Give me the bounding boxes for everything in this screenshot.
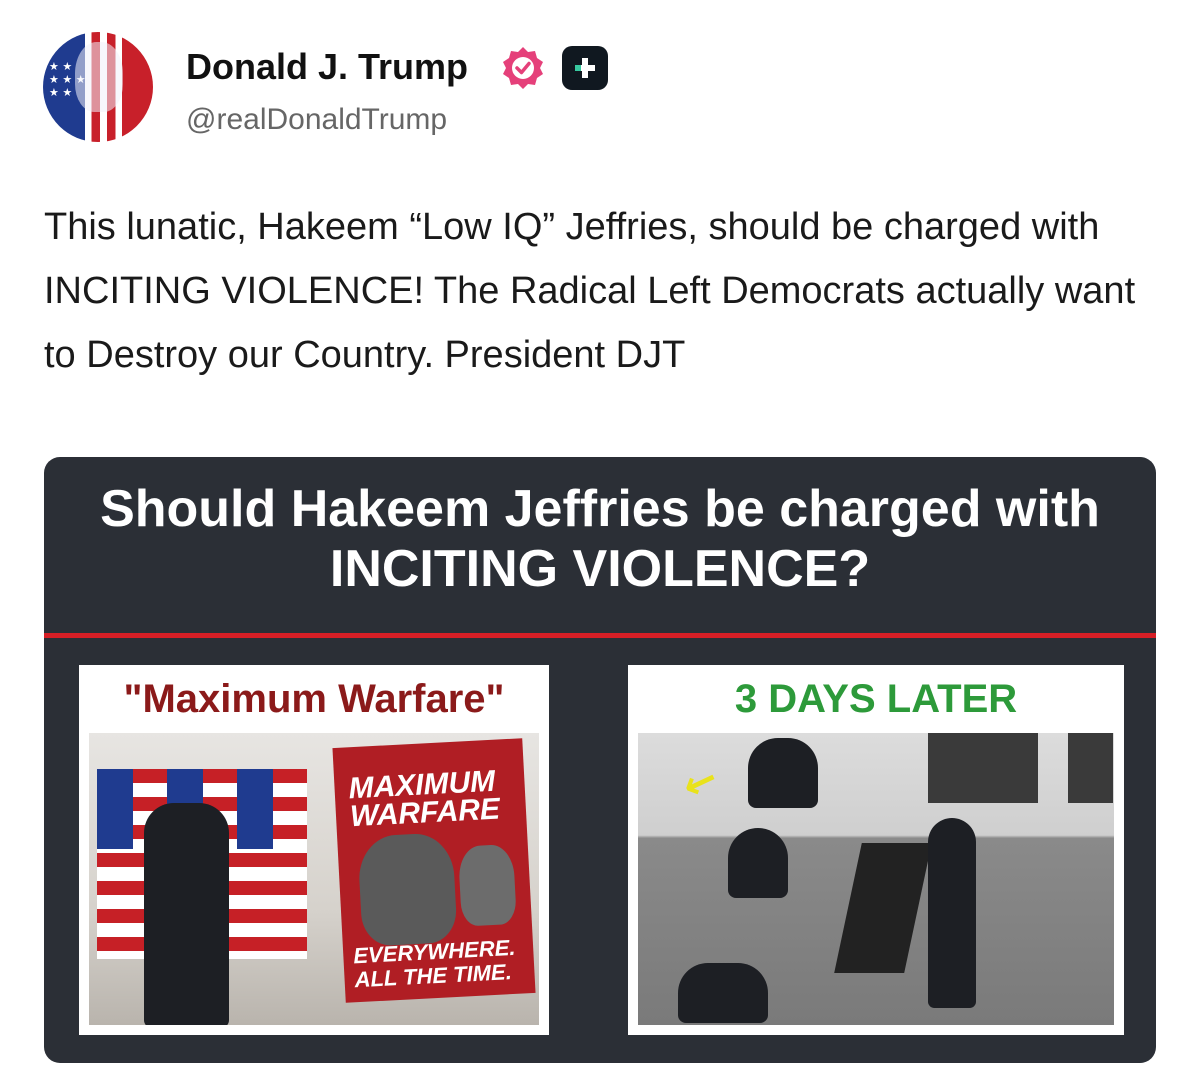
speaker-figure [144, 803, 229, 1025]
avatar-face [75, 42, 123, 112]
door [1068, 733, 1113, 803]
poster-headline: MAXIMUM WARFARE [347, 764, 501, 834]
post-body: This lunatic, Hakeem “Low IQ” Jeffries, … [44, 206, 1136, 376]
right-image-panel: 3 DAYS LATER ↙ [628, 665, 1124, 1035]
attached-image[interactable]: Should Hakeem Jeffries be charged with I… [44, 457, 1156, 1063]
left-caption: "Maximum Warfare" [123, 677, 505, 721]
right-caption: 3 DAYS LATER [734, 677, 1018, 721]
agent-figure [928, 818, 976, 1008]
author-name[interactable]: Donald J. Trump [186, 46, 468, 88]
verified-badge-icon [503, 47, 543, 89]
left-image-panel: "Maximum Warfare" MAXIMUM WARFARE EVERYW… [79, 665, 549, 1035]
poster-portrait [457, 843, 517, 927]
officer-figure-foreground [678, 963, 768, 1023]
door [928, 733, 1038, 803]
profile-avatar[interactable]: ★ ★ ★ ★ ★ ★ ★ [43, 32, 153, 142]
poster-tagline: EVERYWHERE. ALL THE TIME. [352, 934, 516, 993]
officer-group [748, 738, 818, 808]
equipment-case [834, 843, 932, 973]
yellow-arrow-icon: ↙ [676, 756, 724, 812]
headline-divider [44, 633, 1156, 638]
maximum-warfare-poster: MAXIMUM WARFARE EVERYWHERE. ALL THE TIME… [332, 738, 536, 1003]
officer-figure [728, 828, 788, 898]
press-conference-photo: MAXIMUM WARFARE EVERYWHERE. ALL THE TIME… [89, 733, 539, 1025]
plus-icon [575, 58, 595, 78]
us-flag [237, 769, 307, 959]
poster-portrait [357, 832, 458, 947]
author-handle[interactable]: @realDonaldTrump [186, 103, 447, 137]
image-headline: Should Hakeem Jeffries be charged with I… [100, 480, 1100, 598]
plus-badge-icon [562, 46, 608, 90]
security-scene-photo: ↙ [638, 733, 1114, 1025]
